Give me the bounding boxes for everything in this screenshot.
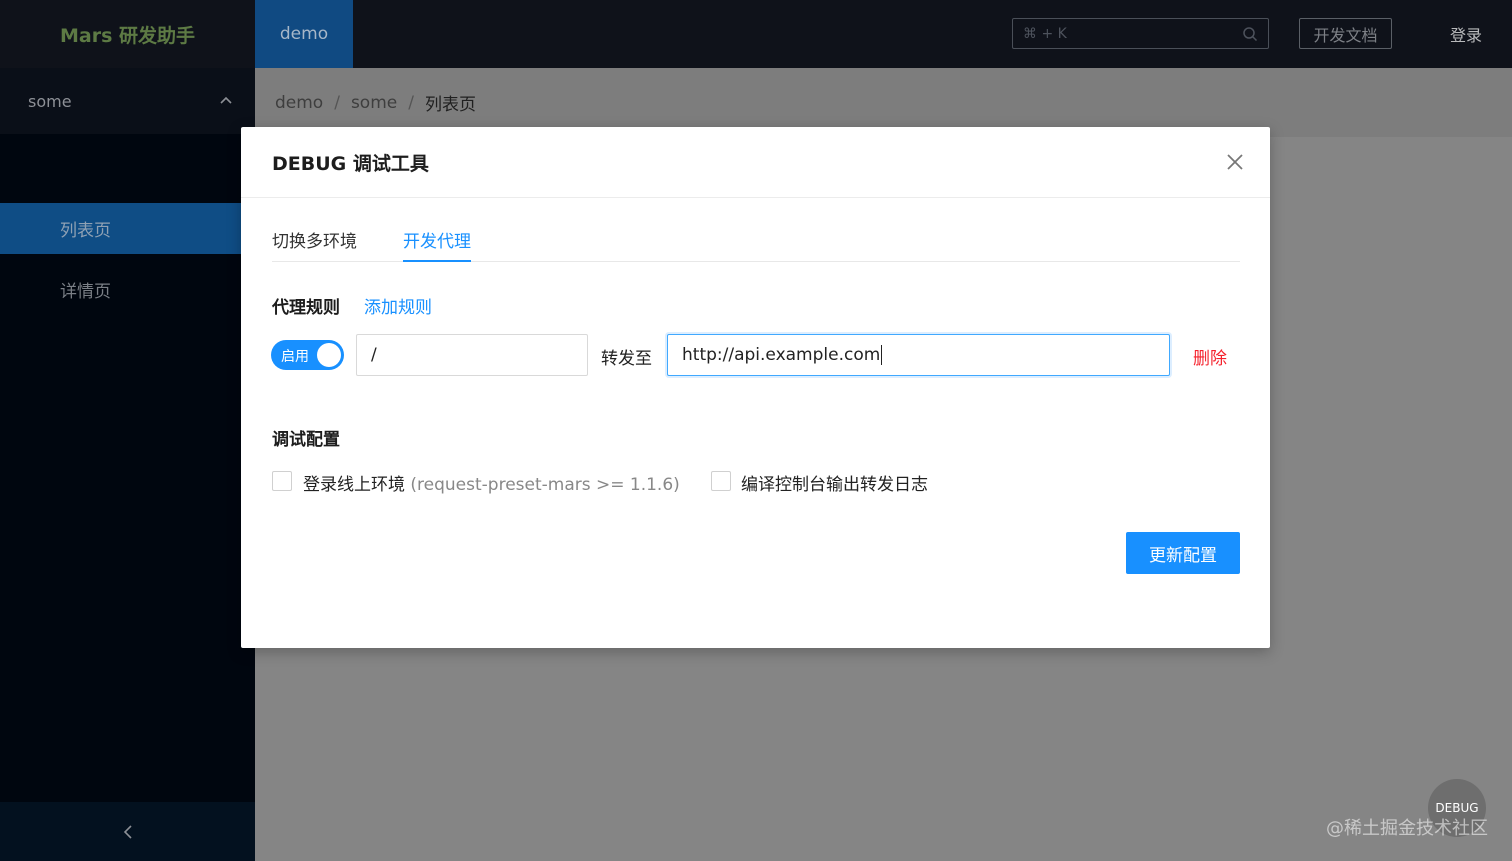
chevron-up-icon <box>220 96 232 104</box>
modal-tabs: 切换多环境 开发代理 <box>272 215 1240 262</box>
top-header: Mars 研发助手 demo ⌘ + K 开发文档 登录 <box>0 0 1512 68</box>
app-logo[interactable]: Mars 研发助手 <box>0 0 255 68</box>
sidebar-collapse-button[interactable] <box>0 802 255 861</box>
sidebar-item-detail[interactable]: 详情页 <box>0 264 255 315</box>
tab-dev-proxy[interactable]: 开发代理 <box>403 227 471 262</box>
online-login-hint: (request-preset-mars >= 1.1.6) <box>410 475 680 495</box>
docs-button[interactable]: 开发文档 <box>1299 18 1392 49</box>
sidebar-group-some[interactable]: some <box>0 68 255 134</box>
proxy-target-url-input[interactable]: http://api.example.com <box>667 334 1170 376</box>
breadcrumb-item-some[interactable]: some <box>351 93 397 113</box>
breadcrumb-item-current: 列表页 <box>424 95 476 115</box>
breadcrumb-separator: / <box>408 92 414 113</box>
search-box[interactable]: ⌘ + K <box>1012 18 1269 49</box>
close-icon[interactable] <box>1225 152 1245 172</box>
online-login-checkbox[interactable] <box>272 471 292 491</box>
proxy-rules-label: 代理规则 <box>272 298 340 318</box>
sidebar-item-list[interactable]: 列表页 <box>0 203 255 254</box>
add-rule-link[interactable]: 添加规则 <box>364 293 432 318</box>
project-tab-demo[interactable]: demo <box>255 0 353 68</box>
text-caret <box>881 345 883 365</box>
debug-config-label: 调试配置 <box>272 430 340 450</box>
forward-log-label[interactable]: 编译控制台输出转发日志 <box>741 470 928 495</box>
tab-multi-env[interactable]: 切换多环境 <box>272 227 357 262</box>
breadcrumb-separator: / <box>334 92 340 113</box>
proxy-path-value: / <box>371 345 377 365</box>
toggle-knob <box>317 343 341 367</box>
forward-log-checkbox[interactable] <box>711 471 731 491</box>
search-placeholder: ⌘ + K <box>1023 25 1067 42</box>
search-icon <box>1243 27 1258 42</box>
login-link[interactable]: 登录 <box>1450 22 1482 46</box>
delete-rule-link[interactable]: 删除 <box>1193 344 1227 369</box>
breadcrumb-item-demo[interactable]: demo <box>275 93 323 113</box>
toggle-label: 启用 <box>281 349 309 365</box>
online-login-label[interactable]: 登录线上环境 (request-preset-mars >= 1.1.6) <box>303 470 680 495</box>
sidebar-group-label: some <box>28 91 72 111</box>
update-config-button[interactable]: 更新配置 <box>1126 532 1240 574</box>
proxy-target-url-value: http://api.example.com <box>682 345 881 365</box>
online-login-text: 登录线上环境 <box>303 475 405 495</box>
chevron-left-icon <box>123 824 132 839</box>
enable-toggle[interactable]: 启用 <box>271 340 344 370</box>
watermark: @稀土掘金技术社区 <box>1326 818 1488 839</box>
debug-modal: DEBUG 调试工具 切换多环境 开发代理 代理规则 添加规则 启用 / 转发至… <box>241 127 1270 648</box>
proxy-path-input[interactable]: / <box>356 334 588 376</box>
modal-title: DEBUG 调试工具 <box>241 127 1270 198</box>
sidebar: some 列表页 详情页 <box>0 68 255 861</box>
forward-to-label: 转发至 <box>601 349 652 369</box>
